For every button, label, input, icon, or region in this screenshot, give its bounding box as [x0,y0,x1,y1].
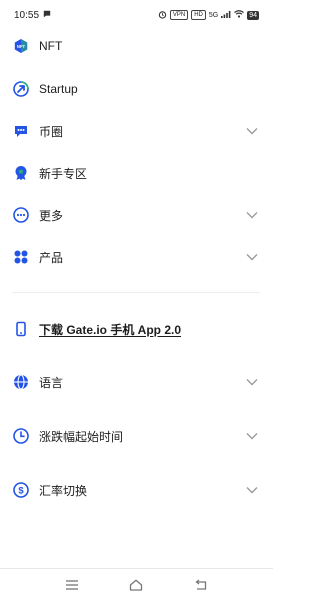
menu-item-bi-quan[interactable]: 币圈 [0,113,273,149]
signal-icon [221,10,231,20]
menu-item-label: Startup [39,82,78,96]
menu-item-novice[interactable]: 新手专区 [0,155,273,191]
phone-icon [12,320,30,338]
menu-item-label: 新手专区 [39,166,88,181]
status-bar: 10:55 VPN HD 5G 94 [0,0,273,30]
menu-item-currency[interactable]: $ 汇率切换 [0,472,273,508]
clock-icon [12,427,30,445]
badge-star-icon [12,164,30,182]
nft-icon: NFT [12,37,30,55]
wifi-icon [234,10,245,20]
grid-dots-icon [12,248,30,266]
chevron-down-icon[interactable] [245,483,259,497]
currency-icon: $ [12,481,30,499]
download-app-label[interactable]: 下载 Gate.io 手机 App 2.0 [39,321,259,338]
message-notification-icon [43,10,51,21]
menu-item-label: 币圈 [39,124,64,139]
menu-item-label: 产品 [39,250,64,265]
download-app-link[interactable]: 下载 Gate.io 手机 App 2.0 [0,311,273,347]
menu-item-more[interactable]: 更多 [0,197,273,233]
menu-lines-icon[interactable] [62,575,82,595]
menu-item-label: NFT [39,39,63,53]
chat-bubble-icon [12,122,30,140]
menu-item-label: 涨跌幅起始时间 [39,429,124,444]
more-dots-icon [12,206,30,224]
menu-item-nft[interactable]: NFT NFT [0,28,273,64]
battery-level: 94 [247,10,259,20]
status-time: 10:55 [14,9,40,21]
menu-item-language[interactable]: 语言 [0,364,273,400]
home-icon[interactable] [126,575,146,595]
svg-text:$: $ [18,486,24,497]
startup-arrow-icon [12,80,30,98]
svg-text:NFT: NFT [17,44,26,49]
menu-item-startup[interactable]: Startup [0,71,273,107]
back-icon[interactable] [191,575,211,595]
menu-item-label: 语言 [39,375,64,390]
menu-item-label: 更多 [39,208,64,223]
menu-item-products[interactable]: 产品 [0,239,273,275]
vpn-badge: VPN [169,10,189,20]
chevron-down-icon[interactable] [245,208,259,222]
menu-divider [12,292,260,293]
chevron-down-icon[interactable] [245,250,259,264]
chevron-down-icon[interactable] [245,124,259,138]
system-navigation-bar [0,568,273,600]
chevron-down-icon[interactable] [245,375,259,389]
globe-icon [12,373,30,391]
chevron-down-icon[interactable] [245,429,259,443]
alarm-icon [158,10,167,21]
menu-item-label: 汇率切换 [39,483,88,498]
hd-badge: HD [191,10,206,20]
menu-item-change-start-time[interactable]: 涨跌幅起始时间 [0,418,273,454]
network-label: 5G [208,11,219,19]
